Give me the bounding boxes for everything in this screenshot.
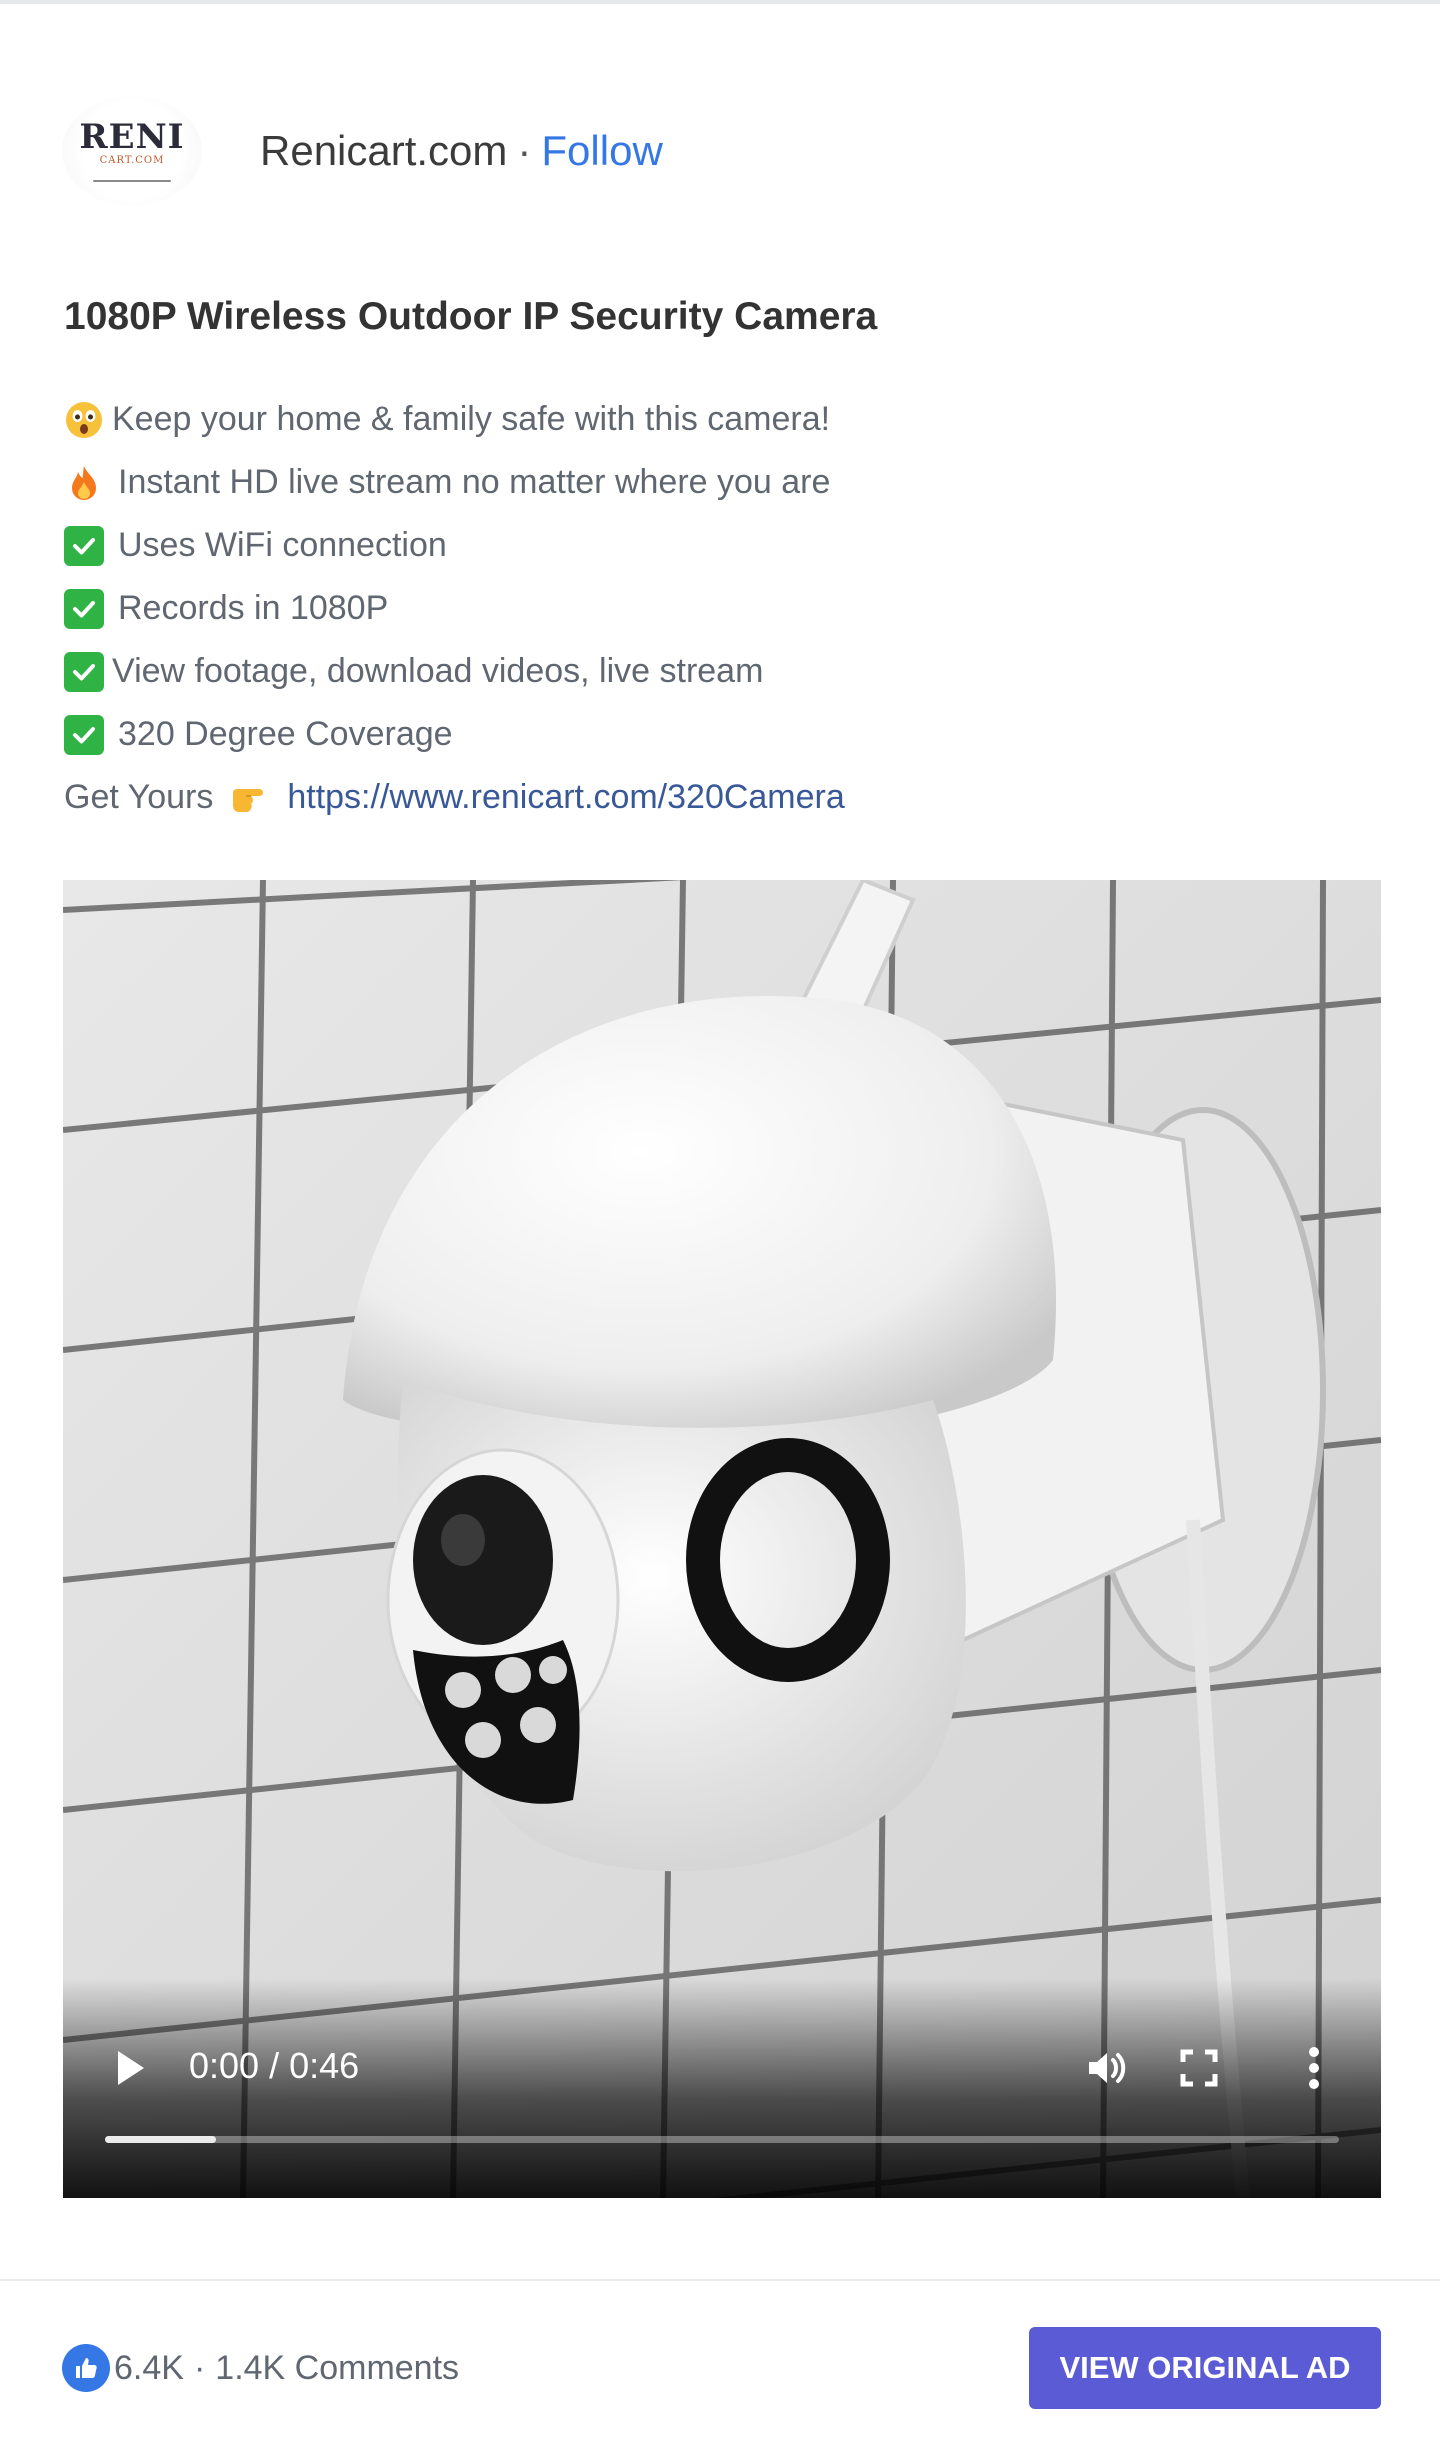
description-text: View footage, download videos, live stre… xyxy=(112,652,764,690)
view-original-ad-button[interactable]: VIEW ORIGINAL AD xyxy=(1029,2327,1381,2409)
description-text: Instant HD live stream no matter where y… xyxy=(118,463,831,501)
fire-emoji-icon xyxy=(64,463,104,503)
description-line: View footage, download videos, live stre… xyxy=(64,640,1364,703)
footer-divider xyxy=(0,2279,1440,2281)
play-icon[interactable] xyxy=(115,2048,147,2088)
description-text: Keep your home & family safe with this c… xyxy=(112,400,831,438)
logo-subtext: CART.COM xyxy=(99,155,165,166)
logo-underline xyxy=(93,180,171,182)
check-mark-emoji-icon xyxy=(64,525,104,566)
pointing-hand-emoji-icon xyxy=(229,778,269,818)
like-icon xyxy=(62,2344,110,2392)
description-line: 320 Degree Coverage xyxy=(64,703,1364,766)
engagement-separator: · xyxy=(193,2348,206,2387)
advertiser-header: RENI CART.COM Renicart.com · Follow xyxy=(62,96,663,206)
description-line: Instant HD live stream no matter where y… xyxy=(64,451,1364,514)
advertiser-logo[interactable]: RENI CART.COM xyxy=(62,96,202,206)
check-mark-emoji-icon xyxy=(64,714,104,755)
video-progress-fill xyxy=(105,2136,217,2143)
description-line: Keep your home & family safe with this c… xyxy=(64,388,1364,451)
logo-text: RENI xyxy=(79,117,185,157)
cta-line: Get Yours https://www.renicart.com/320Ca… xyxy=(64,766,1364,829)
advertiser-name[interactable]: Renicart.com xyxy=(260,127,507,174)
advertiser-line: Renicart.com · Follow xyxy=(260,127,663,175)
video-player[interactable]: 0:00 / 0:46 xyxy=(63,880,1381,2198)
check-mark-emoji-icon xyxy=(64,651,104,692)
likes-count: 6.4K xyxy=(114,2348,184,2387)
follow-link[interactable]: Follow xyxy=(541,127,662,174)
description-line: Records in 1080P xyxy=(64,577,1364,640)
video-time: 0:00 / 0:46 xyxy=(189,2045,360,2086)
ad-description: Keep your home & family safe with this c… xyxy=(64,388,1364,829)
cta-prefix: Get Yours xyxy=(64,778,214,816)
header-separator: · xyxy=(517,127,532,174)
comments-count[interactable]: 1.4K Comments xyxy=(215,2349,459,2388)
description-text: Records in 1080P xyxy=(118,589,389,627)
check-mark-emoji-icon xyxy=(64,588,104,629)
cta-url-link[interactable]: https://www.renicart.com/320Camera xyxy=(287,778,844,817)
engagement-summary[interactable]: 6.4K · 1.4K Comments xyxy=(62,2340,459,2396)
description-text: Uses WiFi connection xyxy=(118,526,447,564)
astonished-face-emoji-icon xyxy=(64,400,104,440)
top-rule xyxy=(0,0,1440,4)
more-vertical-icon[interactable] xyxy=(1307,2044,1321,2092)
video-progress-bar[interactable] xyxy=(105,2136,1339,2143)
description-line: Uses WiFi connection xyxy=(64,514,1364,577)
volume-icon[interactable] xyxy=(1083,2044,1131,2092)
fullscreen-icon[interactable] xyxy=(1177,2046,1221,2090)
description-text: 320 Degree Coverage xyxy=(118,715,453,753)
ad-title: 1080P Wireless Outdoor IP Security Camer… xyxy=(64,295,878,338)
